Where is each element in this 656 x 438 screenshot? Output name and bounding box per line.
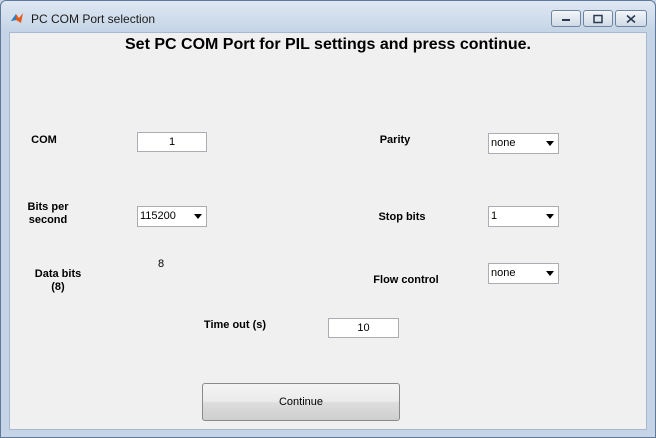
stop-bits-value: 1 — [491, 210, 498, 222]
parity-select[interactable]: none — [488, 133, 559, 154]
chevron-down-icon — [194, 214, 202, 219]
stop-bits-dropdown-arrow[interactable] — [542, 207, 558, 226]
chevron-down-icon — [546, 214, 554, 219]
timeout-label-text: Time out (s) — [203, 319, 267, 331]
window-title: PC COM Port selection — [31, 12, 156, 26]
chevron-down-icon — [546, 141, 554, 146]
bits-label-line1: Bits per — [27, 201, 69, 213]
data-bits-label-line2: (8) — [51, 281, 65, 293]
parity-dropdown-arrow[interactable] — [542, 134, 558, 153]
bits-per-second-label: Bits per second — [18, 201, 78, 227]
timeout-input[interactable]: 10 — [328, 318, 399, 338]
parity-value: none — [491, 137, 516, 149]
stop-bits-label: Stop bits — [370, 211, 434, 224]
flow-control-dropdown-arrow[interactable] — [542, 264, 558, 283]
flow-control-select[interactable]: none — [488, 263, 559, 284]
continue-button[interactable]: Continue — [202, 383, 400, 421]
flow-control-label: Flow control — [362, 274, 450, 287]
bits-dropdown-arrow[interactable] — [190, 207, 206, 226]
data-bits-label-line1: Data bits — [34, 268, 82, 280]
close-button[interactable] — [615, 10, 647, 27]
flow-control-label-text: Flow control — [373, 274, 439, 286]
com-label: COM — [24, 134, 64, 147]
page-title: Set PC COM Port for PIL settings and pre… — [125, 36, 531, 53]
title-bar[interactable]: PC COM Port selection — [1, 1, 655, 31]
data-bits-value: 8 — [158, 258, 165, 270]
parity-label-text: Parity — [379, 134, 411, 146]
bits-label-line2: second — [28, 214, 68, 226]
maximize-button[interactable] — [583, 10, 613, 27]
flow-control-value: none — [491, 267, 516, 279]
maximize-icon — [593, 14, 603, 23]
minimize-icon — [562, 18, 570, 21]
parity-label: Parity — [370, 134, 420, 147]
bits-per-second-select[interactable]: 115200 — [137, 206, 207, 227]
bits-per-second-value: 115200 — [140, 210, 176, 222]
data-bits-label: Data bits (8) — [28, 268, 88, 294]
stop-bits-label-text: Stop bits — [378, 211, 426, 223]
timeout-label: Time out (s) — [196, 319, 274, 332]
com-label-text: COM — [31, 134, 57, 146]
com-input[interactable]: 1 — [137, 132, 207, 152]
stop-bits-select[interactable]: 1 — [488, 206, 559, 227]
matlab-icon — [11, 13, 23, 23]
dialog-content: Set PC COM Port for PIL settings and pre… — [9, 32, 647, 430]
close-icon — [626, 14, 636, 23]
app-window: PC COM Port selection Set PC COM Port fo… — [0, 0, 656, 438]
chevron-down-icon — [546, 271, 554, 276]
minimize-button[interactable] — [551, 10, 581, 27]
